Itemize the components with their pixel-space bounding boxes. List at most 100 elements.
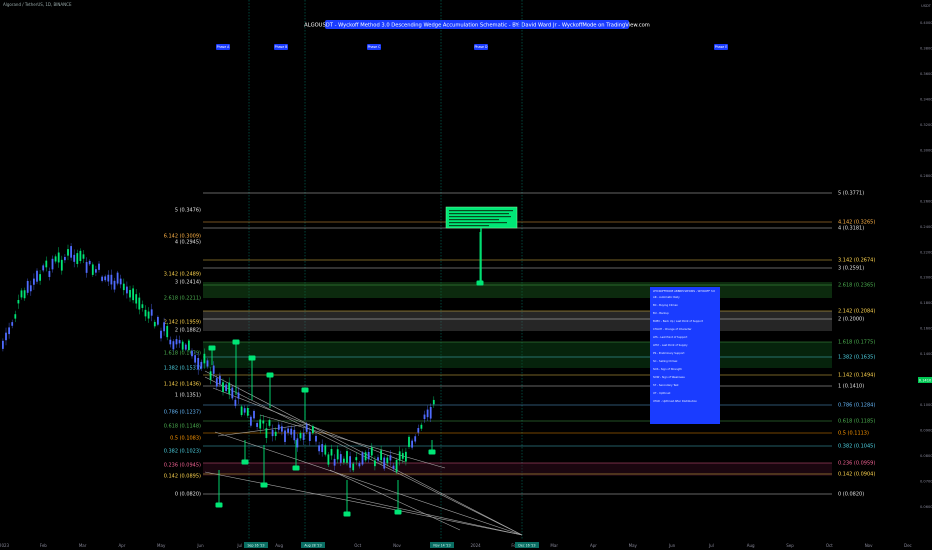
title-banner: ALGOUSDT - Wyckoff Method 3.0 Descending… [304, 20, 650, 29]
candle-body [392, 465, 395, 469]
month-label: Mar [550, 543, 558, 548]
fib-label-left: 0.5 (0.1083) [170, 436, 201, 442]
month-label: Aug [275, 543, 283, 548]
candle-body [166, 325, 169, 338]
candle-body [169, 339, 172, 345]
candle-body [2, 340, 4, 349]
fib-label-right: 0.382 (0.1045) [838, 444, 875, 450]
candle-body [262, 420, 265, 424]
candle-body [36, 270, 38, 282]
fib-label-left: 0 (0.0820) [175, 492, 201, 498]
time-flag-text: Sep 16 '23 [247, 543, 264, 547]
candle-body [367, 451, 370, 460]
fib-label-right: 2 (0.2000) [838, 317, 864, 323]
candle-body [321, 444, 324, 453]
candle-body [5, 332, 7, 341]
candle-body [401, 453, 404, 459]
candle-body [259, 419, 262, 429]
fib-label-left: 2 (0.1882) [175, 328, 201, 334]
candle-body [203, 353, 206, 364]
candle-body [60, 259, 63, 271]
month-label: Mar [79, 543, 87, 548]
fib-label-left: 0.786 (0.1237) [164, 410, 201, 416]
fib-label-right: 0 (0.0820) [838, 492, 864, 498]
month-label: Jun [668, 543, 676, 548]
candle-body [157, 316, 159, 325]
fib-label-right: 1.142 (0.1494) [838, 373, 875, 379]
time-flag-text: Dec 16 '23 [518, 543, 535, 547]
candle-body [48, 271, 51, 277]
legend-line: LPSY - Last Point of Supply [653, 343, 688, 347]
fib-label-left: 1.142 (0.1436) [164, 382, 201, 388]
price-tick: 0.0900 [920, 429, 932, 433]
candle-body [116, 272, 119, 284]
candle-body [256, 423, 258, 427]
candle-body [212, 365, 215, 374]
candle-body [246, 408, 249, 416]
candle-body [57, 252, 60, 263]
phase-label: Phase C [367, 44, 381, 50]
candle-body [324, 445, 327, 455]
legend-line: UTAD - Upthrust After Distribution [653, 399, 697, 403]
candle-body [315, 435, 317, 442]
candle-body [268, 420, 271, 426]
candle-body [26, 280, 29, 293]
candle-body [206, 360, 209, 367]
time-flag-text: Nov 14 '23 [433, 543, 450, 547]
fib-band [203, 282, 832, 298]
candle-body [54, 256, 57, 262]
fib-label-right: 0.786 (0.1284) [838, 403, 875, 409]
month-label: Jul [708, 543, 714, 548]
candle-body [380, 450, 382, 461]
chart-canvas[interactable]: Algorand / TetherUS, 1D, BINANCE ALGOUSD… [0, 0, 932, 550]
candle-body [395, 459, 398, 472]
candle-body [85, 262, 88, 273]
candle-body [411, 440, 413, 448]
candle-body [191, 350, 193, 357]
candle-body [129, 289, 131, 298]
candle-body [178, 340, 181, 344]
legend-title: WYCKOFFMODE ABBREVIATIONS - WYCKOFF 3.0 [653, 289, 715, 293]
month-label: Sep [786, 543, 794, 548]
month-label: May [157, 543, 166, 548]
legend-line: CHoCH - Change of Character [653, 327, 693, 331]
candle-body [197, 357, 200, 370]
candle-body [175, 339, 178, 345]
time-axis: 2023 Feb Mar Apr May Jun Jul Aug Sep Oct Nov Dec 202… [0, 540, 932, 550]
candle-body [184, 344, 187, 350]
candle-body [383, 457, 386, 469]
candle-body [113, 280, 116, 290]
candle-body [17, 299, 20, 304]
month-label: Jun [196, 543, 204, 548]
fib-label-right: 0.236 (0.0959) [838, 461, 875, 467]
time-flag-text: Aug 28 '23 [304, 543, 321, 547]
fib-label-left: 0.142 (0.0895) [164, 474, 201, 480]
candle-body [98, 263, 100, 270]
candle-body [308, 431, 311, 441]
candle-body [141, 304, 144, 308]
candle-body [364, 452, 367, 461]
phase-label-text: Phase A [217, 45, 231, 49]
candle-body [318, 445, 320, 452]
candle-body [284, 430, 286, 442]
fib-label-right: 1.618 (0.1775) [838, 340, 875, 346]
candle-body [91, 264, 94, 275]
month-label: Apr [590, 543, 597, 548]
phase-label-text: Phase E [715, 45, 728, 49]
time-flag: Aug 28 '23 [301, 542, 325, 548]
price-tick: 0.3200 [920, 123, 932, 127]
candle-body [11, 322, 14, 326]
price-tick: 0.0700 [920, 480, 932, 484]
price-tick: 0.3800 [920, 46, 932, 50]
current-price: 0.1410 [919, 379, 932, 383]
candle-body [107, 274, 110, 282]
candle-body [274, 431, 277, 437]
legend-line: SC - Selling Climax [653, 359, 678, 363]
candle-body [352, 463, 355, 471]
currency-label: USDT [921, 4, 932, 8]
price-tick: 0.1800 [920, 301, 932, 305]
candle-body [29, 285, 32, 292]
month-label: Jul [236, 543, 242, 548]
chart-title: ALGOUSDT - Wyckoff Method 3.0 Descending… [304, 23, 650, 29]
candle-body [104, 276, 107, 281]
